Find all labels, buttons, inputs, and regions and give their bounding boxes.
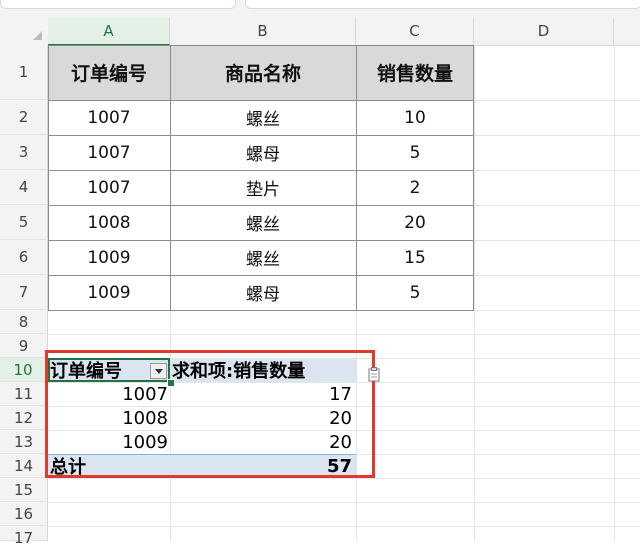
- row-header-15[interactable]: 15: [0, 478, 48, 502]
- table-cell[interactable]: 螺丝: [170, 240, 356, 275]
- row-header-1[interactable]: 1: [0, 45, 48, 100]
- table-cell[interactable]: 1007: [48, 170, 170, 205]
- table-cell[interactable]: 5: [356, 275, 474, 310]
- row-header-10[interactable]: 10: [0, 358, 48, 382]
- row-header-13[interactable]: 13: [0, 430, 48, 454]
- table-cell[interactable]: 螺丝: [170, 100, 356, 135]
- table-border: [48, 310, 474, 311]
- table-cell[interactable]: 15: [356, 240, 474, 275]
- table-cell[interactable]: 垫片: [170, 170, 356, 205]
- row-header-5[interactable]: 5: [0, 205, 48, 240]
- row-header-7[interactable]: 7: [0, 275, 48, 310]
- column-header-d[interactable]: D: [474, 18, 614, 45]
- table-cell[interactable]: 5: [356, 135, 474, 170]
- table-border: [356, 45, 357, 311]
- gridline: [614, 45, 615, 541]
- row-header-3[interactable]: 3: [0, 135, 48, 170]
- formula-bar-area: [0, 0, 640, 18]
- table-border: [48, 240, 474, 241]
- gridline: [48, 502, 640, 503]
- select-all-icon: [33, 31, 42, 40]
- table-cell[interactable]: 螺母: [170, 135, 356, 170]
- select-all-corner[interactable]: [0, 18, 49, 46]
- row-header-2[interactable]: 2: [0, 100, 48, 135]
- table-border: [48, 45, 49, 311]
- row-header-17[interactable]: 17: [0, 526, 48, 547]
- table-cell[interactable]: 1007: [48, 135, 170, 170]
- gridline: [48, 334, 640, 335]
- column-header-b[interactable]: B: [170, 18, 356, 45]
- table-cell[interactable]: 1007: [48, 100, 170, 135]
- formula-input[interactable]: [245, 0, 640, 9]
- column-header-a[interactable]: A: [48, 18, 170, 46]
- row-header-12[interactable]: 12: [0, 406, 48, 430]
- name-box[interactable]: [0, 0, 236, 9]
- table-border: [48, 135, 474, 136]
- paste-options-icon[interactable]: [366, 366, 382, 382]
- table-cell[interactable]: 20: [356, 205, 474, 240]
- table-cell[interactable]: 10: [356, 100, 474, 135]
- table-cell[interactable]: 1009: [48, 275, 170, 310]
- table-border: [170, 45, 171, 311]
- gridline: [48, 526, 640, 527]
- table-border: [48, 45, 474, 46]
- table-border: [473, 45, 474, 311]
- row-header-16[interactable]: 16: [0, 502, 48, 526]
- table-cell[interactable]: 1009: [48, 240, 170, 275]
- table-border: [48, 205, 474, 206]
- table-cell[interactable]: 螺丝: [170, 205, 356, 240]
- row-header-11[interactable]: 11: [0, 382, 48, 406]
- table-cell[interactable]: 螺母: [170, 275, 356, 310]
- row-header-14[interactable]: 14: [0, 454, 48, 478]
- highlight-box: [45, 350, 375, 478]
- table-header-quantity[interactable]: 销售数量: [356, 45, 474, 100]
- table-border: [48, 275, 474, 276]
- gridline: [474, 45, 475, 541]
- table-cell[interactable]: 1008: [48, 205, 170, 240]
- row-header-8[interactable]: 8: [0, 310, 48, 334]
- row-header-9[interactable]: 9: [0, 334, 48, 358]
- row-header-6[interactable]: 6: [0, 240, 48, 275]
- table-border: [48, 170, 474, 171]
- row-header-4[interactable]: 4: [0, 170, 48, 205]
- table-border: [48, 100, 474, 101]
- column-header-c[interactable]: C: [356, 18, 474, 45]
- table-header-order-id[interactable]: 订单编号: [48, 45, 170, 100]
- table-header-product-name[interactable]: 商品名称: [170, 45, 356, 100]
- table-cell[interactable]: 2: [356, 170, 474, 205]
